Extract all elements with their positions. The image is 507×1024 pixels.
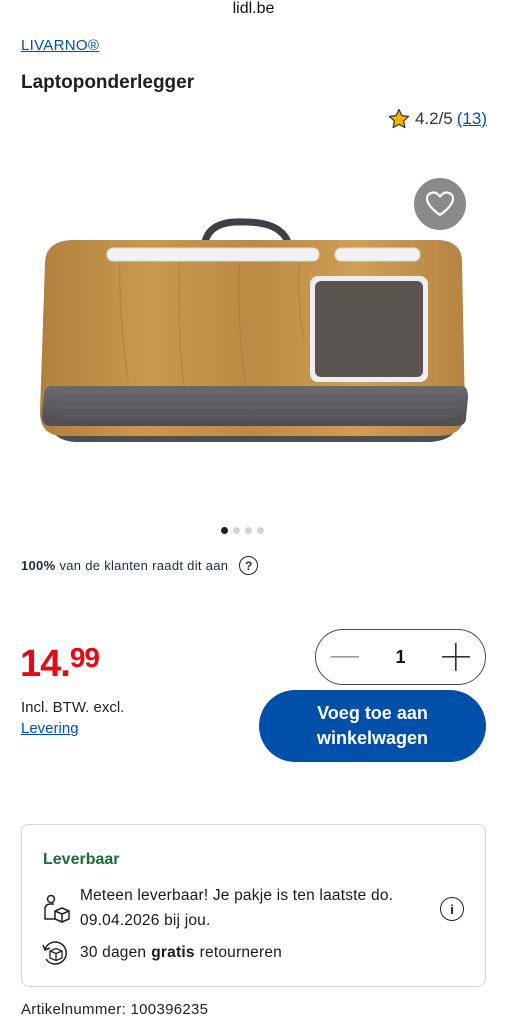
gallery-dot-3[interactable] <box>245 527 252 534</box>
article-number: Artikelnummer: 100396235 <box>21 1001 209 1018</box>
delivery-box-icon <box>44 894 70 923</box>
delivery-text: Meteen leverbaar! Je pakje is ten laatst… <box>80 887 394 929</box>
product-rating[interactable]: 4.2/5 (13) <box>387 107 487 131</box>
rating-count-link[interactable]: (13) <box>457 109 487 129</box>
returns-bold: gratis <box>151 944 195 961</box>
minus-icon <box>331 656 359 658</box>
heart-icon <box>425 191 455 217</box>
star-icon <box>388 108 410 129</box>
gallery-pagination[interactable] <box>221 527 264 534</box>
vat-info: Incl. BTW. excl. Levering <box>21 697 124 739</box>
gallery-dot-1[interactable] <box>221 527 228 534</box>
price-integer: 14. <box>20 643 71 685</box>
gallery-dot-2[interactable] <box>233 527 240 534</box>
returns-row: 30 dagen gratis retourneren <box>41 939 282 967</box>
recommend-percent: 100% <box>21 558 56 573</box>
product-title: Laptoponderlegger <box>21 72 195 93</box>
browser-url[interactable]: lidl.be <box>0 0 507 20</box>
add-to-cart-button[interactable]: Voeg toe aan winkelwagen <box>259 690 486 762</box>
brand-link[interactable]: LIVARNO® <box>21 37 99 54</box>
info-icon[interactable]: i <box>440 897 464 921</box>
delivery-link[interactable]: Levering <box>21 718 124 739</box>
recommend-text: van de klanten raadt dit aan <box>59 558 229 573</box>
price-decimals: 99 <box>69 642 100 673</box>
wishlist-button[interactable] <box>414 178 466 230</box>
delivery-row: Meteen leverbaar! Je pakje is ten laatst… <box>41 883 425 933</box>
help-icon[interactable]: ? <box>239 556 259 575</box>
availability-status: Leverbaar <box>43 851 120 868</box>
returns-suffix: retourneren <box>199 944 283 961</box>
gallery-dot-4[interactable] <box>257 527 264 534</box>
returns-prefix: 30 dagen <box>80 944 147 961</box>
rating-score: 4.2/5 <box>414 109 453 128</box>
vat-text: Incl. BTW. excl. <box>21 699 125 716</box>
plus-icon <box>441 643 470 671</box>
increase-button[interactable] <box>441 642 471 672</box>
return-box-icon <box>42 941 67 965</box>
quantity-value[interactable]: 1 <box>395 647 405 668</box>
recommendation-line: 100% van de klanten raadt dit aan ? <box>21 556 259 575</box>
decrease-button[interactable] <box>330 642 360 672</box>
availability-card: Leverbaar Meteen leverbaar! Je pakje is … <box>21 824 486 987</box>
product-price: 14.99 <box>20 642 100 685</box>
quantity-stepper[interactable]: 1 <box>315 629 486 685</box>
